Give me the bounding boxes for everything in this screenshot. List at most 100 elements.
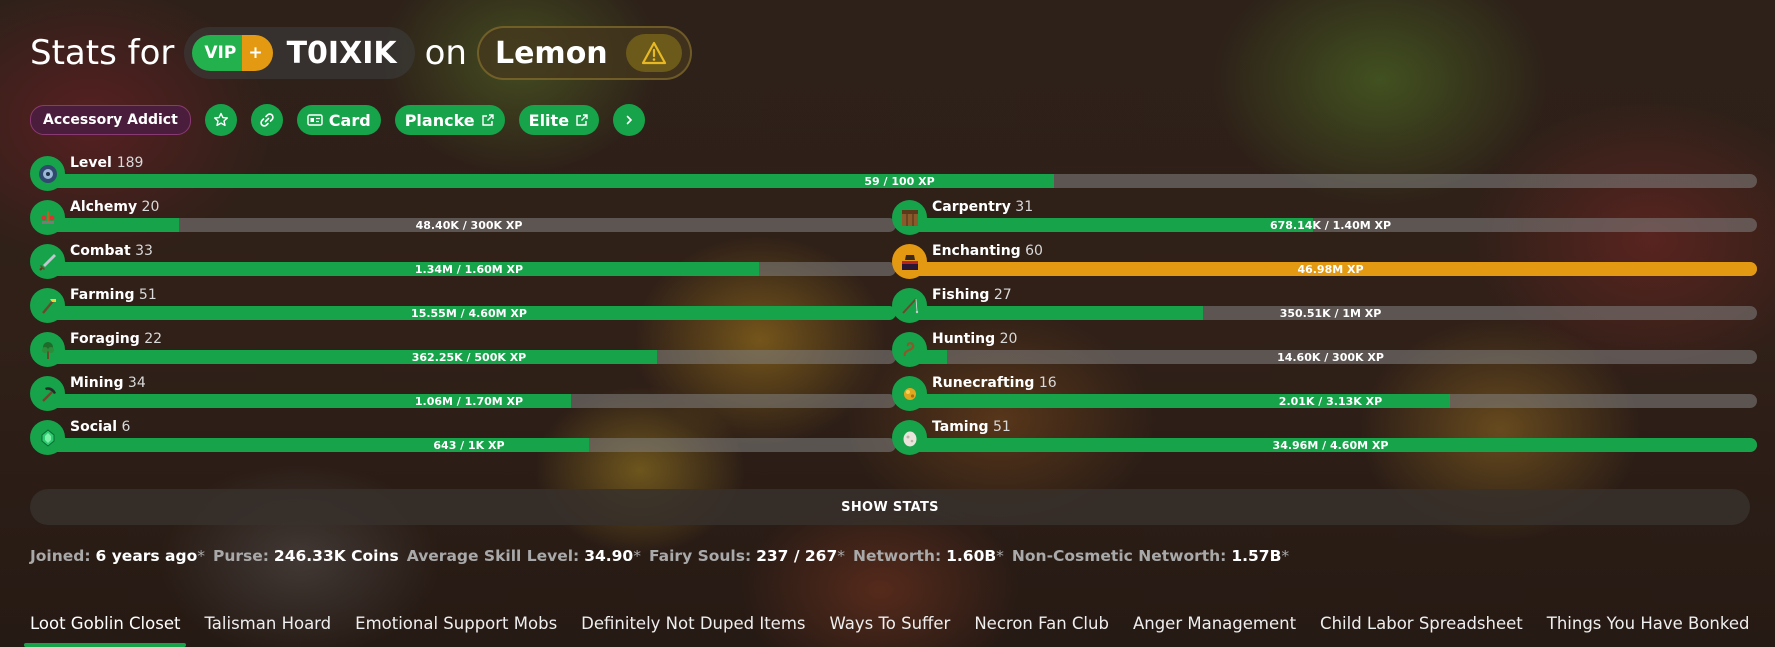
skill-xp: 350.51K / 1M XP [1279, 306, 1382, 320]
level-value: 189 [116, 155, 144, 171]
elite-link[interactable]: Elite [518, 105, 600, 135]
tab-ways-to-suffer[interactable]: Ways To Suffer [830, 614, 951, 633]
tab-anger-management[interactable]: Anger Management [1133, 614, 1296, 633]
magma-cream-icon [892, 376, 927, 411]
skill-xp: 48.40K / 300K XP [415, 218, 523, 232]
external-link-icon [481, 114, 494, 126]
show-stats-button[interactable]: SHOW STATS [30, 489, 1750, 525]
skill-xp: 15.55M / 4.60M XP [411, 306, 527, 320]
skill-name: Alchemy [70, 199, 138, 215]
tab-definitely-not-duped-items[interactable]: Definitely Not Duped Items [581, 614, 805, 633]
accessory-addict-badge: Accessory Addict [30, 105, 191, 135]
skill-level: 34 [123, 375, 146, 391]
skill-taming: 34.96M / 4.60M XP Taming 51 [892, 419, 1757, 455]
skill-label: Foraging 22 [70, 331, 162, 347]
warning-icon [641, 41, 666, 65]
skill-progress-bar: 1.06M / 1.70M XP [42, 394, 896, 408]
skill-foraging: 362.25K / 500K XP Foraging 22 [30, 331, 896, 367]
skill-name: Social [70, 419, 118, 435]
skill-progress-bar: 643 / 1K XP [42, 438, 896, 452]
vip-rank-badge: VIP + [192, 35, 273, 71]
skill-alchemy: 48.40K / 300K XP Alchemy 20 [30, 199, 896, 235]
skill-progress-bar: 46.98M XP [904, 262, 1757, 276]
skill-xp: 362.25K / 500K XP [411, 350, 527, 364]
card-button[interactable]: Card [296, 105, 381, 135]
card-label: Card [328, 110, 371, 130]
tab-things-you-have-bonked[interactable]: Things You Have Bonked [1547, 614, 1750, 633]
external-link-icon [576, 114, 588, 126]
networth-stat: Networth: 1.60B* [853, 547, 1004, 565]
page-title: Stats for VIP + T0IXIK on Lemon [30, 26, 692, 80]
skill-xp: 643 / 1K XP [433, 438, 505, 452]
vip-plus: + [242, 35, 273, 71]
skill-name: Runecrafting [932, 375, 1035, 391]
skill-label: Fishing 27 [932, 287, 1012, 303]
plancke-label: Plancke [404, 110, 475, 130]
skill-hunting: 14.60K / 300K XP Hunting 20 [892, 331, 1757, 367]
skill-progress-bar: 34.96M / 4.60M XP [904, 438, 1757, 452]
skill-label: Taming 51 [932, 419, 1011, 435]
skill-label: Mining 34 [70, 375, 146, 391]
average-skill-stat: Average Skill Level: 34.90* [406, 547, 641, 565]
chevron-right-icon [626, 115, 633, 125]
section-tabs: Loot Goblin Closet Talisman Hoard Emotio… [24, 614, 1750, 647]
skill-runecrafting: 2.01K / 3.13K XP Runecrafting 16 [892, 375, 1757, 411]
tab-emotional-support-mobs[interactable]: Emotional Support Mobs [355, 614, 557, 633]
favorite-button[interactable] [204, 104, 237, 136]
warning-button[interactable] [625, 34, 682, 72]
skill-social: 643 / 1K XP Social 6 [30, 419, 896, 455]
link-icon [260, 113, 274, 127]
skill-xp: 14.60K / 300K XP [1277, 350, 1384, 364]
lead-icon [892, 332, 927, 367]
skill-enchanting: 46.98M XP Enchanting 60 [892, 243, 1757, 279]
profile-selector[interactable]: Lemon [476, 26, 692, 80]
profile-tags: Accessory Addict Card Plancke Elite [30, 104, 646, 136]
profile-name: Lemon [494, 35, 608, 71]
tab-talisman-hoard[interactable]: Talisman Hoard [204, 614, 331, 633]
player-pill[interactable]: VIP + T0IXIK [184, 27, 415, 79]
skill-xp: 1.06M / 1.70M XP [414, 394, 524, 408]
skill-name: Enchanting [932, 243, 1021, 259]
skill-label: Social 6 [70, 419, 130, 435]
skill-name: Mining [70, 375, 124, 391]
non-cosmetic-networth-stat: Non-Cosmetic Networth: 1.57B* [1011, 547, 1290, 565]
skill-name: Taming [932, 419, 989, 435]
fairy-souls-stat: Fairy Souls: 237 / 267* [648, 547, 846, 565]
level-xp: 59 / 100 XP [864, 174, 935, 188]
skill-level: 60 [1020, 243, 1043, 259]
tab-necron-fan-club[interactable]: Necron Fan Club [974, 614, 1109, 633]
sapling-icon [30, 332, 65, 367]
enchanting-table-icon [892, 244, 927, 279]
skill-level: 51 [988, 419, 1011, 435]
level-bar: Level 189 59 / 100 XP [30, 155, 1757, 191]
skill-combat: 1.34M / 1.60M XP Combat 33 [30, 243, 896, 279]
skill-label: Hunting 20 [932, 331, 1017, 347]
skill-progress-bar: 362.25K / 500K XP [42, 350, 896, 364]
copy-link-button[interactable] [250, 104, 283, 136]
skill-xp: 1.34M / 1.60M XP [414, 262, 524, 276]
skill-progress-bar: 1.34M / 1.60M XP [42, 262, 896, 276]
skill-mining: 1.06M / 1.70M XP Mining 34 [30, 375, 896, 411]
skill-label: Enchanting 60 [932, 243, 1043, 259]
more-links-button[interactable] [613, 104, 646, 136]
skill-progress-bar: 678.14K / 1.40M XP [904, 218, 1757, 232]
title-prefix: Stats for [30, 33, 175, 73]
skill-name: Fishing [932, 287, 990, 303]
level-name: Level [70, 155, 112, 171]
skill-name: Farming [70, 287, 135, 303]
skill-label: Carpentry 31 [932, 199, 1033, 215]
skill-progress-bar: 48.40K / 300K XP [42, 218, 896, 232]
skill-label: Combat 33 [70, 243, 153, 259]
active-tab-indicator [24, 643, 187, 647]
tab-child-labor-spreadsheet[interactable]: Child Labor Spreadsheet [1320, 614, 1523, 633]
plancke-link[interactable]: Plancke [394, 105, 505, 135]
skyblock-level-icon [30, 156, 65, 191]
skill-name: Foraging [70, 331, 140, 347]
purse-stat: Purse: 246.33K Coins [213, 547, 399, 565]
tab-loot-goblin-closet[interactable]: Loot Goblin Closet [24, 614, 187, 647]
crafting-table-icon [892, 200, 927, 235]
skill-xp: 2.01K / 3.13K XP [1278, 394, 1383, 408]
level-label: Level 189 [70, 155, 143, 171]
skill-label: Runecrafting 16 [932, 375, 1057, 391]
fishing-rod-icon [892, 288, 927, 323]
